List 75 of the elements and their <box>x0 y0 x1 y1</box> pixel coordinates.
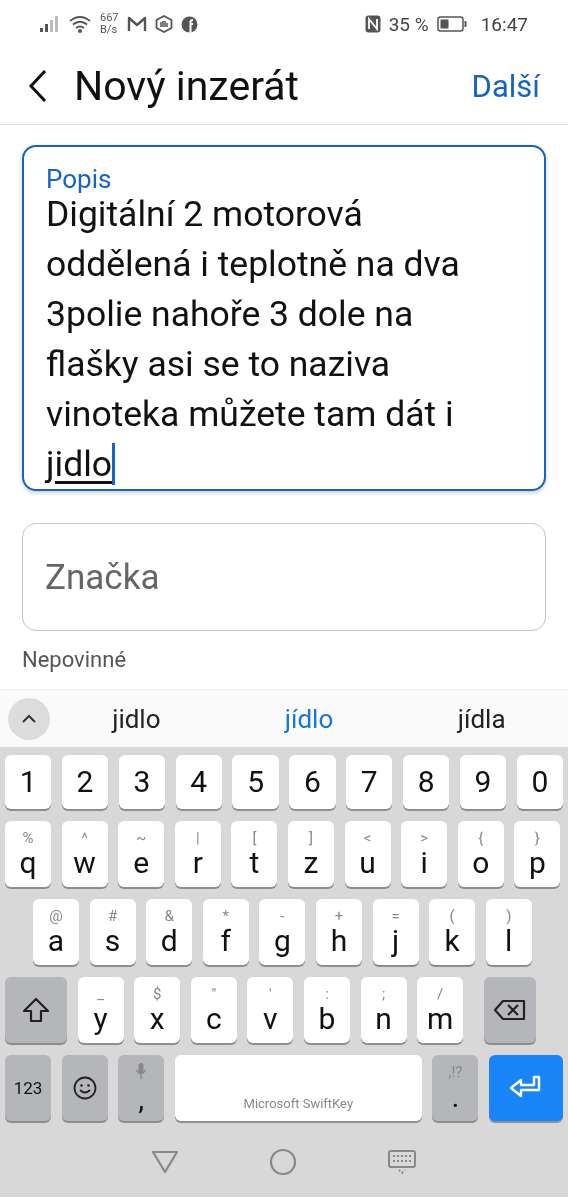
chevron-up-icon <box>21 713 37 724</box>
speed-value: 667 <box>100 12 119 24</box>
backspace-icon <box>493 999 526 1021</box>
keyboard-key[interactable]: # s <box>89 899 136 965</box>
keyboard-key[interactable]: ) l <box>485 899 532 965</box>
shield-icon <box>154 15 173 33</box>
keyboard-key[interactable]: @ a <box>33 899 79 965</box>
keyboard-key[interactable]: * f <box>202 899 249 965</box>
keyboard-key[interactable]: ' v <box>247 977 294 1043</box>
period-key[interactable]: ,!? . <box>432 1055 479 1121</box>
battery-percent: 35 % <box>388 12 429 36</box>
helper-text: Nepovinné <box>22 647 128 673</box>
description-field[interactable]: Popis Digitální 2 motorová oddělená i teplotně na dva 3polie nahoře 3 dole na flašky asi se to naziva vinoteka můžete tam dát i jidlo <box>22 145 546 491</box>
field-value: Digitální 2 motorová oddělená i teplotně na dva 3polie nahoře 3 dole na flašky asi se to naziva vinoteka můžete tam dát i jidlo <box>46 193 461 487</box>
keyboard-key[interactable]: 7 <box>346 755 393 809</box>
emoji-key[interactable] <box>61 1055 108 1121</box>
keyboard-key[interactable]: ] z <box>287 821 334 887</box>
suggestion[interactable]: jidlo <box>50 703 223 734</box>
signal-icon <box>40 16 60 32</box>
field-label: Popis <box>46 165 113 193</box>
keyboard-key[interactable]: 4 <box>175 755 222 809</box>
keyboard-key[interactable]: / m <box>417 977 464 1043</box>
keyboard-key[interactable]: : b <box>303 977 350 1043</box>
comma-key[interactable]: , <box>118 1055 165 1121</box>
next-button[interactable]: Další <box>471 67 540 105</box>
keyboard-key[interactable]: - g <box>259 899 306 965</box>
keyboard-key[interactable]: ( k <box>429 899 476 965</box>
keyboard-key[interactable]: % q <box>5 821 51 887</box>
keyboard-key[interactable]: | r <box>174 821 221 887</box>
nfc-icon <box>364 15 381 33</box>
space-key[interactable]: Microsoft SwiftKey <box>174 1055 422 1121</box>
keyboard-key[interactable]: > i <box>401 821 448 887</box>
keyboard-key[interactable]: $ x <box>134 977 181 1043</box>
keyboard-key[interactable]: { o <box>457 821 504 887</box>
backspace-key[interactable] <box>483 977 536 1043</box>
shift-key[interactable] <box>5 977 67 1043</box>
social-app-icon <box>180 15 198 33</box>
keyboard-key[interactable]: & d <box>146 899 193 965</box>
keyboard-key[interactable]: [ t <box>231 821 278 887</box>
keyboard-key[interactable]: 0 <box>516 755 563 809</box>
keyboard-key[interactable]: 2 <box>61 755 109 809</box>
keyboard-key[interactable]: < u <box>344 821 391 887</box>
back-nav-button[interactable] <box>151 1150 179 1174</box>
field-placeholder: Značka <box>45 556 160 598</box>
keyboard-key[interactable]: " c <box>190 977 237 1043</box>
keyboard-key[interactable]: 8 <box>403 755 450 809</box>
keyboard-key[interactable]: 5 <box>232 755 279 809</box>
keyboard-key[interactable]: 9 <box>459 755 507 809</box>
microphone-icon <box>135 1062 148 1080</box>
keyboard-key[interactable]: 6 <box>289 755 336 809</box>
enter-key[interactable] <box>489 1055 563 1121</box>
keyboard-key[interactable]: + h <box>315 899 362 965</box>
mail-icon <box>126 16 147 32</box>
keyboard-key[interactable]: = j <box>372 899 419 965</box>
page-title: Nový inzerát <box>74 62 300 110</box>
speed-unit: B/s <box>100 24 119 36</box>
brand-field[interactable]: Značka <box>22 523 546 631</box>
suggestion[interactable]: jídlo <box>222 703 396 734</box>
collapse-button[interactable] <box>8 697 50 740</box>
battery-icon <box>436 16 467 32</box>
symbols-key[interactable]: 123 <box>5 1055 51 1121</box>
wifi-icon <box>68 15 92 33</box>
clock: 16:47 <box>480 12 528 36</box>
keyboard-key[interactable]: ; n <box>360 977 407 1043</box>
keyboard-icon[interactable] <box>387 1149 417 1175</box>
keyboard-key[interactable]: ^ w <box>61 821 108 887</box>
smiley-icon <box>72 1076 97 1100</box>
arrow-up-icon <box>21 995 51 1025</box>
keyboard-key[interactable]: 1 <box>5 755 52 809</box>
keyboard-key[interactable]: } p <box>514 821 561 887</box>
keyboard-key[interactable]: ~ e <box>118 821 165 887</box>
home-button[interactable] <box>269 1148 297 1176</box>
keyboard-key[interactable]: 3 <box>118 755 165 809</box>
suggestion[interactable]: jídla <box>395 703 568 734</box>
keyboard-key[interactable]: _ y <box>77 977 124 1043</box>
